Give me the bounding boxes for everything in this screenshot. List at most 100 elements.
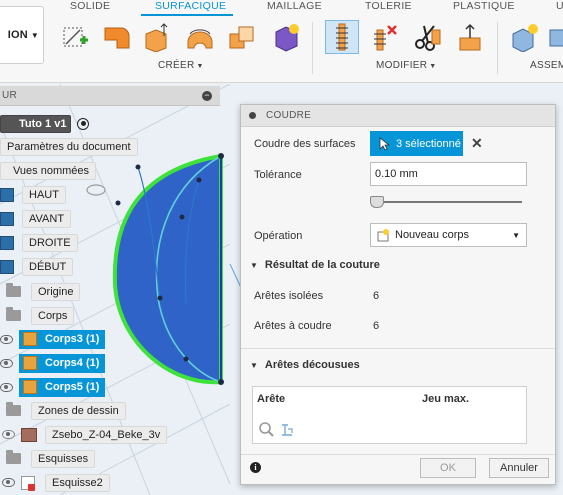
offset-icon bbox=[229, 26, 254, 49]
view-icon bbox=[0, 259, 14, 274]
browser-item-view-home[interactable]: DÉBUT bbox=[0, 257, 74, 276]
collapse-triangle-icon: ▼ bbox=[250, 360, 258, 370]
press-pull-tool[interactable] bbox=[453, 20, 487, 54]
tolerance-slider-track[interactable] bbox=[374, 201, 522, 203]
browser-item-bodies[interactable]: Corps bbox=[6, 306, 75, 325]
revolve-icon bbox=[187, 29, 213, 49]
browser-item-body[interactable]: Corps3 (1) bbox=[0, 329, 125, 349]
tolerance-slider-thumb[interactable] bbox=[370, 196, 384, 208]
view-icon bbox=[0, 211, 14, 226]
visibility-eye-icon[interactable] bbox=[0, 382, 13, 392]
origin-marker bbox=[86, 184, 106, 196]
find-edge-icon[interactable] bbox=[282, 424, 293, 436]
new-body-icon bbox=[377, 229, 389, 242]
solid-patch-tool[interactable] bbox=[269, 20, 303, 54]
dialog-header[interactable]: COUDRE bbox=[241, 105, 555, 127]
isolated-edges-value: 6 bbox=[373, 290, 380, 302]
clear-selection-icon[interactable]: ✕ bbox=[471, 135, 483, 152]
named-views-label: Vues nommées bbox=[0, 161, 97, 180]
tolerance-input[interactable]: 0.10 mm bbox=[370, 162, 527, 186]
canvas-label: Zsebo_Z-04_Beke_3v bbox=[45, 425, 168, 444]
chevron-down-icon: ▼ bbox=[429, 63, 437, 70]
tab-utilities[interactable]: U bbox=[556, 0, 563, 12]
browser-item-view-right[interactable]: DROITE bbox=[0, 233, 78, 252]
surface-outline bbox=[112, 153, 223, 385]
footer-divider bbox=[241, 454, 555, 455]
group-create-label[interactable]: CRÉER ▼ bbox=[158, 60, 204, 71]
doc-params-label: Paramètres du document bbox=[0, 137, 138, 156]
sketch-icon bbox=[21, 475, 35, 491]
sketch2-label: Esquisse2 bbox=[45, 473, 110, 492]
body-label: Corps5 (1) bbox=[45, 381, 100, 393]
view-icon bbox=[0, 235, 14, 250]
operation-select[interactable]: Nouveau corps ▼ bbox=[370, 223, 527, 247]
tab-tolerie[interactable]: TOLERIE bbox=[365, 0, 412, 12]
browser-item-sketch-zones[interactable]: Zones de dessin bbox=[6, 401, 126, 420]
patch-tool[interactable] bbox=[99, 20, 133, 54]
visibility-eye-icon[interactable] bbox=[0, 358, 13, 368]
section-divider bbox=[241, 348, 555, 349]
solid-patch-icon bbox=[275, 24, 299, 52]
revolve-tool[interactable] bbox=[183, 20, 217, 54]
group-assemble-label[interactable]: ASSEM bbox=[530, 60, 563, 71]
workspace-switcher[interactable]: ION ▼ bbox=[0, 6, 44, 64]
group-modify-label[interactable]: MODIFIER ▼ bbox=[376, 60, 437, 71]
unstitched-section-toggle[interactable]: ▼ Arêtes décousues bbox=[250, 359, 360, 371]
browser-item-canvas[interactable]: Zsebo_Z-04_Beke_3v bbox=[2, 425, 168, 444]
dialog-collapse-icon[interactable] bbox=[249, 112, 256, 119]
collapse-panel-icon[interactable]: − bbox=[202, 91, 212, 101]
stitch-tool[interactable] bbox=[325, 20, 359, 54]
ok-button[interactable]: OK bbox=[420, 458, 476, 478]
create-sketch-tool[interactable] bbox=[58, 20, 92, 54]
browser-header[interactable]: UR − bbox=[0, 86, 220, 106]
zoom-icon[interactable] bbox=[259, 422, 274, 437]
activate-radio-icon[interactable] bbox=[77, 117, 90, 130]
visibility-eye-icon[interactable] bbox=[0, 334, 13, 344]
canvas-image-icon bbox=[21, 427, 37, 442]
browser-root[interactable]: Tuto 1 v1 bbox=[0, 114, 90, 133]
unstitch-icon bbox=[374, 25, 397, 51]
sketches-label: Esquisses bbox=[31, 449, 96, 468]
body-icon bbox=[23, 332, 37, 346]
toolbar-divider bbox=[312, 22, 313, 74]
tab-maillage[interactable]: MAILLAGE bbox=[267, 0, 322, 12]
chevron-down-icon: ▼ bbox=[196, 63, 204, 70]
cancel-button[interactable]: Annuler bbox=[489, 458, 549, 478]
browser-item-view-front[interactable]: AVANT bbox=[0, 209, 72, 228]
trim-tool[interactable] bbox=[410, 20, 444, 54]
browser-item-sketch2[interactable]: Esquisse2 bbox=[2, 473, 110, 492]
stitch-result-section-toggle[interactable]: ▼ Résultat de la couture bbox=[250, 259, 380, 271]
body-label: Corps4 (1) bbox=[45, 357, 100, 369]
info-icon[interactable]: i bbox=[250, 462, 261, 473]
sketch-zones-label: Zones de dessin bbox=[31, 401, 126, 420]
stitched-surface-body[interactable] bbox=[112, 153, 224, 385]
tab-solide[interactable]: SOLIDE bbox=[70, 0, 110, 12]
browser-item-body[interactable]: Corps5 (1) bbox=[0, 377, 125, 397]
body-icon bbox=[23, 356, 37, 370]
sketch-icon bbox=[63, 27, 88, 47]
visibility-eye-icon[interactable] bbox=[2, 478, 15, 487]
new-component-tool[interactable] bbox=[507, 20, 541, 54]
extrude-icon bbox=[145, 23, 168, 52]
folder-icon bbox=[6, 450, 21, 464]
chevron-down-icon: ▼ bbox=[512, 231, 520, 240]
joint-tool[interactable] bbox=[546, 20, 563, 54]
browser-item-view-top[interactable]: HAUT bbox=[0, 185, 66, 204]
view-label: HAUT bbox=[22, 185, 66, 204]
surface-selection-button[interactable]: 3 sélectionné bbox=[370, 131, 463, 156]
browser-item-sketches[interactable]: Esquisses bbox=[6, 449, 96, 468]
browser-item-named-views[interactable]: Vues nommées bbox=[0, 161, 97, 180]
tolerance-value: 0.10 mm bbox=[375, 168, 418, 180]
browser-item-origin[interactable]: Origine bbox=[6, 282, 81, 301]
browser-item-doc-params[interactable]: Paramètres du document bbox=[0, 137, 138, 156]
edges-to-stitch-label: Arêtes à coudre bbox=[254, 320, 332, 332]
extrude-tool[interactable] bbox=[140, 20, 174, 54]
hidden-eye-icon[interactable] bbox=[2, 430, 15, 439]
offset-tool[interactable] bbox=[225, 20, 259, 54]
operation-label: Opération bbox=[254, 230, 303, 242]
tab-surfacique[interactable]: SURFACIQUE bbox=[155, 0, 226, 12]
browser-item-body[interactable]: Corps4 (1) bbox=[0, 353, 125, 373]
tab-plastique[interactable]: PLASTIQUE bbox=[453, 0, 515, 12]
unstitch-tool[interactable] bbox=[367, 20, 401, 54]
root-component-label: Tuto 1 v1 bbox=[0, 114, 72, 133]
